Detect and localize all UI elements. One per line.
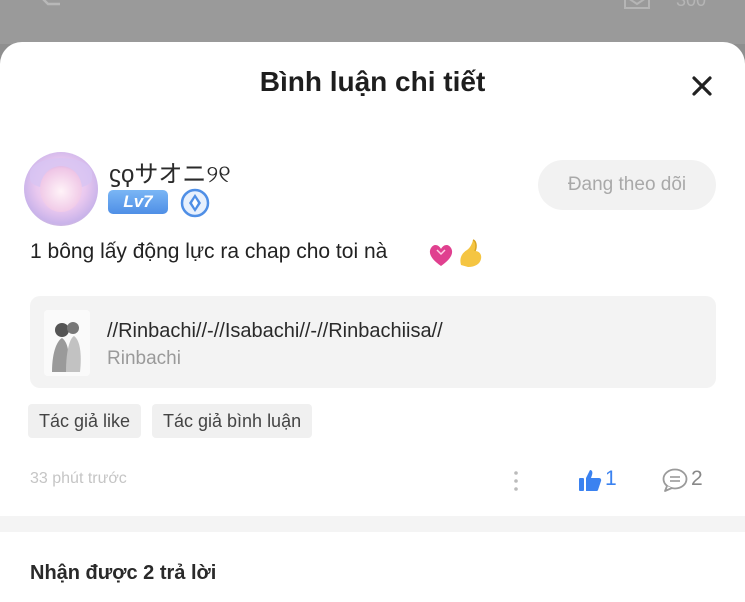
backdrop-header: 300 <box>0 0 745 44</box>
heart-emoji-icon <box>429 245 453 266</box>
story-author: Rinbachi <box>107 348 181 369</box>
comment-detail-sheet: Bình luận chi tiết ϛϙサオニ୨୧ Lv7 Đang theo… <box>0 42 745 602</box>
story-card[interactable]: //Rinbachi//-//Isabachi//-//Rinbachiisa/… <box>30 296 716 388</box>
sheet-title: Bình luận chi tiết <box>259 66 486 97</box>
more-vertical-icon[interactable] <box>510 468 522 494</box>
pinching-hand-emoji-icon <box>460 239 482 267</box>
comment-text: 1 bông lấy động lực ra chap cho toi nà <box>30 240 388 263</box>
follow-button[interactable]: Đang theo dõi <box>538 160 716 210</box>
story-title: //Rinbachi//-//Isabachi//-//Rinbachiisa/… <box>107 320 443 342</box>
mail-icon <box>624 0 650 9</box>
shield-icon <box>180 188 210 218</box>
author-commented-tag: Tác giả bình luận <box>152 404 313 438</box>
comment-bubble-icon <box>662 468 688 492</box>
back-arrow-icon <box>42 0 60 6</box>
level-badge: Lv7 <box>108 190 168 214</box>
avatar[interactable] <box>24 152 98 226</box>
comment-time: 33 phút trước <box>30 470 127 487</box>
section-divider <box>0 516 745 532</box>
story-cover <box>44 310 90 376</box>
thumbs-up-icon <box>579 470 602 491</box>
like-count: 1 <box>605 467 617 490</box>
author-liked-tag: Tác giả like <box>28 404 142 438</box>
replies-heading: Nhận được 2 trả lời <box>30 562 217 584</box>
reply-count: 2 <box>691 467 703 490</box>
username[interactable]: ϛϙサオニ୨୧ <box>109 154 231 189</box>
close-icon[interactable] <box>686 70 718 102</box>
backdrop-count: 300 <box>676 0 707 10</box>
